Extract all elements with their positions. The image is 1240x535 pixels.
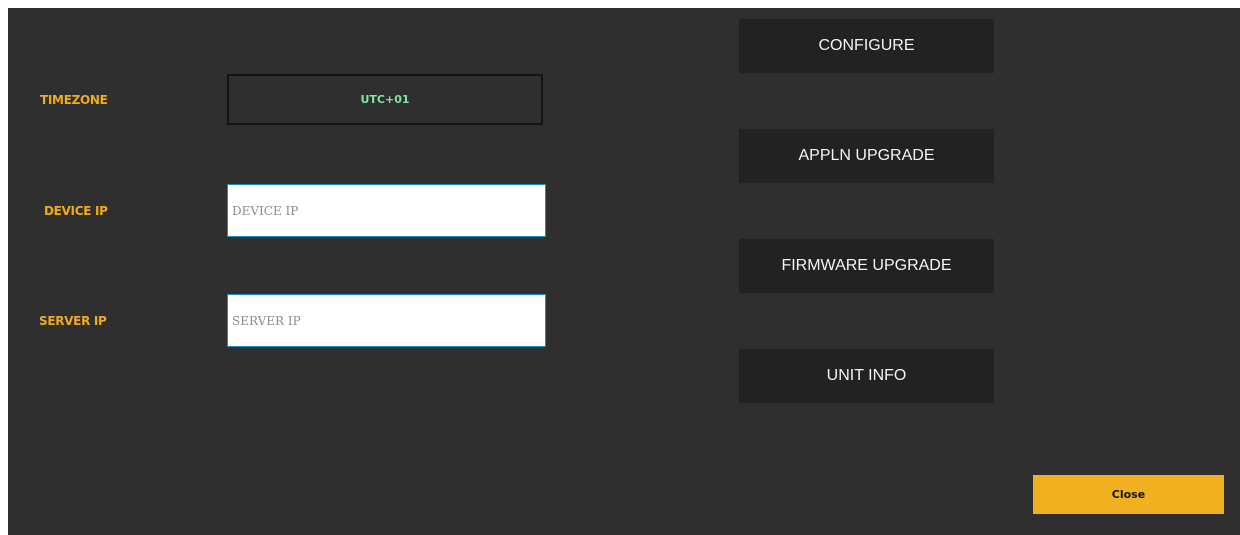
close-button-label: Close [1111,488,1146,501]
timezone-selector[interactable]: UTC+01 [227,74,543,125]
settings-panel [8,8,1240,535]
unit-info-button-label: UNIT INFO [826,367,907,384]
timezone-value: UTC+01 [360,93,410,106]
close-button[interactable]: Close [1033,475,1224,514]
server-ip-label: SERVER IP [39,314,107,328]
configure-button-label: CONFIGURE [818,37,915,54]
timezone-label: TIMEZONE [40,93,108,107]
server-ip-input[interactable] [227,294,546,347]
appln-upgrade-button[interactable]: APPLN UPGRADE [739,129,994,183]
firmware-upgrade-button[interactable]: FIRMWARE UPGRADE [739,239,994,293]
device-ip-input[interactable] [227,184,546,237]
firmware-upgrade-button-label: FIRMWARE UPGRADE [781,257,952,274]
appln-upgrade-button-label: APPLN UPGRADE [798,147,935,164]
unit-info-button[interactable]: UNIT INFO [739,349,994,403]
configure-button[interactable]: CONFIGURE [739,19,994,73]
device-ip-label: DEVICE IP [44,204,108,218]
